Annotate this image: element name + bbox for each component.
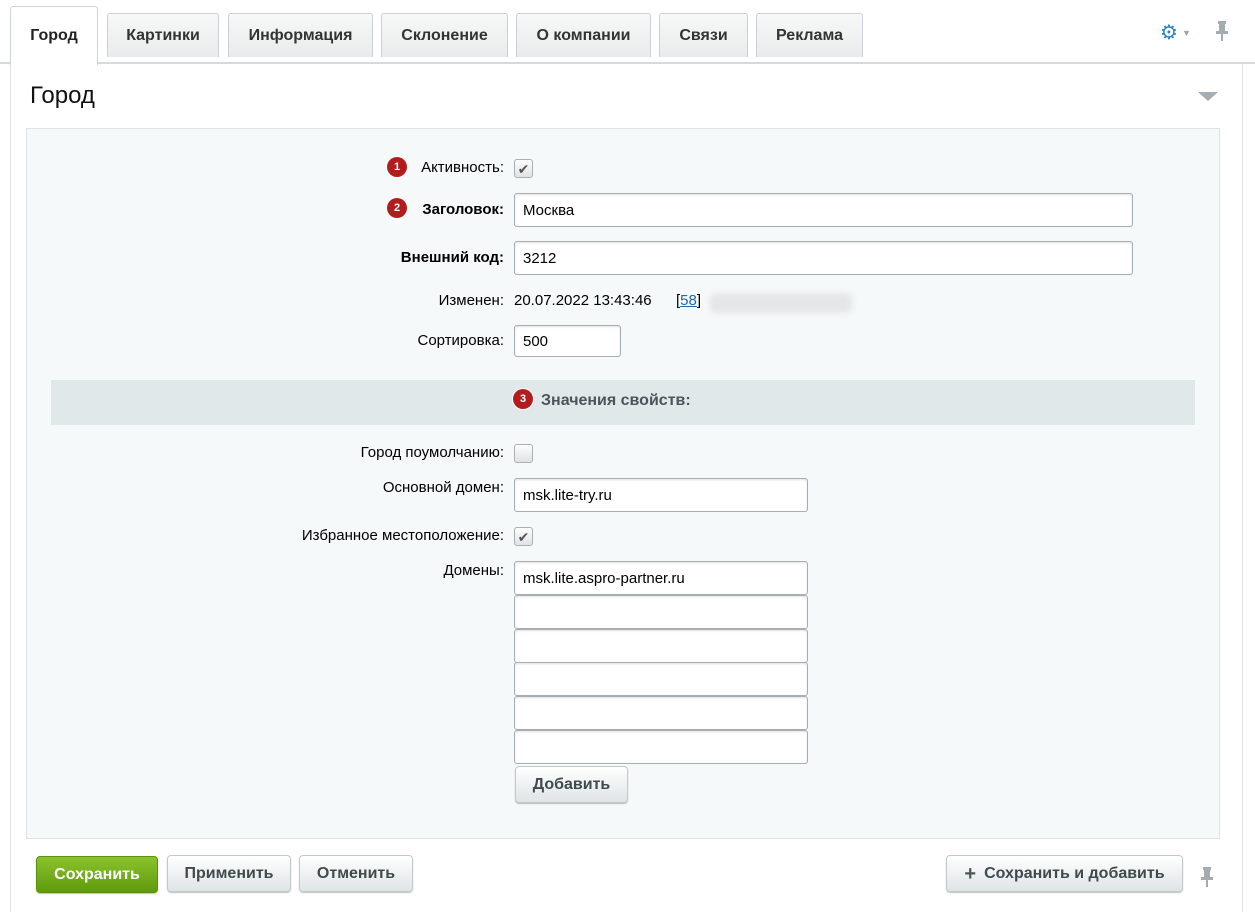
save-button[interactable]: Сохранить <box>36 856 158 893</box>
checkmark-icon: ✔ <box>517 528 530 545</box>
domain-input-2[interactable] <box>514 595 808 629</box>
apply-button[interactable]: Применить <box>167 855 291 892</box>
main-domain-input[interactable]: msk.lite-try.ru <box>514 478 808 512</box>
favorite-location-label: Избранное местоположение: <box>301 527 504 544</box>
tab-about-company[interactable]: О компании <box>516 13 651 57</box>
settings-menu[interactable]: ⚙ ▼ <box>1160 22 1191 44</box>
domain-input-1[interactable]: msk.lite.aspro-partner.ru <box>514 561 808 595</box>
external-code-input[interactable]: 3212 <box>514 241 1133 275</box>
domain-input-3[interactable] <box>514 629 808 663</box>
collapse-arrow-icon[interactable] <box>1198 92 1218 101</box>
active-label: Активность: <box>421 159 504 176</box>
checkmark-icon: ✔ <box>517 160 530 177</box>
chevron-down-icon: ▼ <box>1181 28 1191 38</box>
step-badge-3: 3 <box>513 389 533 409</box>
plus-icon: + <box>964 862 977 885</box>
gear-icon: ⚙ <box>1160 22 1178 44</box>
save-and-add-button[interactable]: + Сохранить и добавить <box>946 855 1183 892</box>
step-badge-1: 1 <box>387 157 407 177</box>
tab-city[interactable]: Город <box>10 6 98 65</box>
cancel-button[interactable]: Отменить <box>299 855 413 892</box>
pin-icon[interactable] <box>1214 20 1230 42</box>
tab-bar: Город Картинки Информация Склонение О ко… <box>0 0 1255 65</box>
domains-label: Домены: <box>443 562 504 579</box>
pin-icon[interactable] <box>1199 866 1215 888</box>
save-and-add-label: Сохранить и добавить <box>984 864 1165 882</box>
domain-input-4[interactable] <box>514 662 808 696</box>
default-city-checkbox[interactable] <box>514 444 533 463</box>
modified-user: [58] <box>676 292 701 309</box>
modified-user-link[interactable]: 58 <box>680 292 697 309</box>
external-code-label: Внешний код: <box>400 249 504 266</box>
modified-label: Изменен: <box>438 292 504 309</box>
active-checkbox[interactable]: ✔ <box>514 159 533 178</box>
modified-datetime: 20.07.2022 13:43:46 <box>514 292 652 309</box>
redacted-user-name <box>710 293 852 313</box>
sort-input[interactable]: 500 <box>514 325 621 357</box>
title-label: Заголовок: <box>422 201 504 218</box>
properties-heading: Значения свойств: <box>541 392 691 409</box>
step-badge-2: 2 <box>387 198 407 218</box>
add-domain-button[interactable]: Добавить <box>515 766 628 803</box>
tab-information[interactable]: Информация <box>228 13 373 57</box>
sort-label: Сортировка: <box>417 332 505 349</box>
tab-declension[interactable]: Склонение <box>381 13 508 57</box>
favorite-location-checkbox[interactable]: ✔ <box>514 527 533 546</box>
section-title: Город <box>30 82 95 109</box>
main-domain-label: Основной домен: <box>382 479 504 496</box>
tab-advertising[interactable]: Реклама <box>756 13 863 57</box>
domain-input-6[interactable] <box>514 730 808 764</box>
default-city-label: Город поумолчанию: <box>360 444 504 461</box>
bracket-close: ] <box>696 292 702 309</box>
domain-input-5[interactable] <box>514 696 808 730</box>
title-input[interactable]: Москва <box>514 193 1133 227</box>
tab-images[interactable]: Картинки <box>107 13 219 57</box>
tab-links[interactable]: Связи <box>659 13 748 57</box>
